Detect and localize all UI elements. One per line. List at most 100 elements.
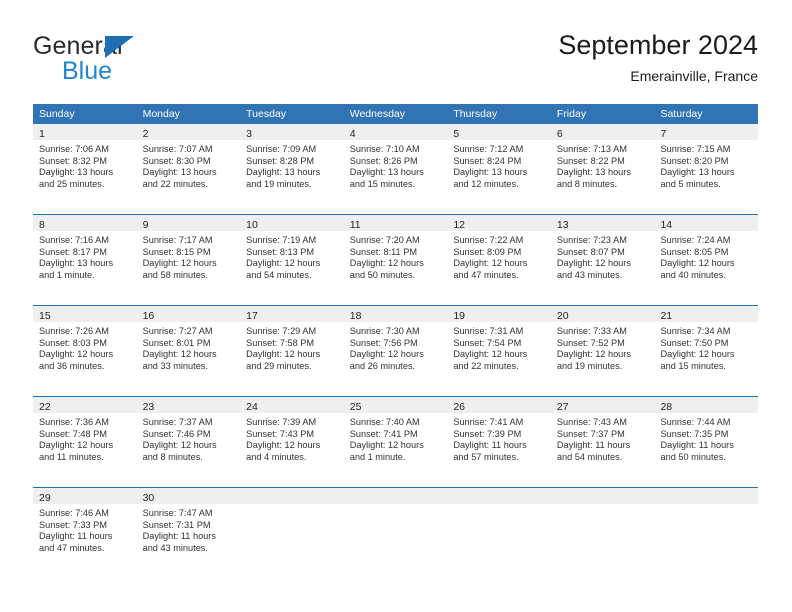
day-info: Sunrise: 7:46 AM Sunset: 7:33 PM Daylight:… xyxy=(33,504,137,554)
daylight-duration-line1: Daylight: 12 hours xyxy=(349,258,424,269)
sunset-time: Sunset: 7:46 PM xyxy=(142,428,211,439)
day-number: 7 xyxy=(660,128,667,140)
sunset-time: Sunset: 8:20 PM xyxy=(660,155,729,166)
day-cell[interactable]: 12 Sunrise: 7:22 AM Sunset: 8:09 PM Dayligh… xyxy=(447,215,551,297)
day-number: 26 xyxy=(453,401,465,413)
sunrise-time: Sunrise: 7:10 AM xyxy=(349,144,420,154)
calendar-week-row: 15 Sunrise: 7:26 AM Sunset: 8:03 PM Dayligh… xyxy=(33,305,759,388)
calendar-weeks: 1 Sunrise: 7:06 AM Sunset: 8:32 PM Daylight… xyxy=(33,124,759,570)
day-cell[interactable]: 8 Sunrise: 7:16 AM Sunset: 8:17 PM Daylight… xyxy=(33,215,137,297)
day-number-band: 13 xyxy=(550,215,655,231)
day-number: 12 xyxy=(453,219,465,231)
day-cell[interactable]: 23 Sunrise: 7:37 AM Sunset: 7:46 PM Dayligh… xyxy=(136,397,241,479)
daylight-duration-line2: and 29 minutes. xyxy=(246,360,312,371)
calendar-week-row: 1 Sunrise: 7:06 AM Sunset: 8:32 PM Daylight… xyxy=(33,124,759,206)
sunset-time: Sunset: 8:03 PM xyxy=(39,337,107,348)
day-info: Sunrise: 7:17 AM Sunset: 8:15 PM Daylight:… xyxy=(137,231,241,281)
day-cell[interactable]: 24 Sunrise: 7:39 AM Sunset: 7:43 PM Dayligh… xyxy=(240,397,344,479)
day-number-band: 25 xyxy=(343,397,448,413)
daylight-duration-line1: Daylight: 12 hours xyxy=(142,258,217,269)
day-cell[interactable]: 26 Sunrise: 7:41 AM Sunset: 7:39 PM Dayligh… xyxy=(447,397,551,479)
day-cell[interactable]: 14 Sunrise: 7:24 AM Sunset: 8:05 PM Dayligh… xyxy=(654,215,759,297)
day-number: 13 xyxy=(556,219,569,231)
day-cell[interactable]: 10 Sunrise: 7:19 AM Sunset: 8:13 PM Dayligh… xyxy=(240,215,344,297)
day-cell[interactable]: 19 Sunrise: 7:31 AM Sunset: 7:54 PM Dayligh… xyxy=(447,306,551,388)
day-cell[interactable]: 15 Sunrise: 7:26 AM Sunset: 8:03 PM Dayligh… xyxy=(33,306,137,388)
day-cell[interactable]: 2 Sunrise: 7:07 AM Sunset: 8:30 PM Daylight… xyxy=(136,124,241,206)
day-number: 17 xyxy=(246,310,258,322)
sunrise-time: Sunrise: 7:07 AM xyxy=(142,144,213,154)
day-info: Sunrise: 7:37 AM Sunset: 7:46 PM Daylight:… xyxy=(137,413,241,463)
day-info: Sunrise: 7:23 AM Sunset: 8:07 PM Daylight:… xyxy=(551,231,655,281)
day-cell[interactable]: 6 Sunrise: 7:13 AM Sunset: 8:22 PM Daylight… xyxy=(550,124,655,206)
day-number-band xyxy=(447,488,551,504)
daylight-duration-line1: Daylight: 13 hours xyxy=(660,167,735,178)
daylight-duration-line1: Daylight: 13 hours xyxy=(453,167,528,178)
day-cell[interactable]: 13 Sunrise: 7:23 AM Sunset: 8:07 PM Dayligh… xyxy=(550,215,655,297)
daylight-duration-line1: Daylight: 12 hours xyxy=(556,258,631,269)
daylight-duration-line2: and 57 minutes. xyxy=(453,451,519,462)
day-info: Sunrise: 7:26 AM Sunset: 8:03 PM Daylight:… xyxy=(33,322,137,372)
daylight-duration-line1: Daylight: 13 hours xyxy=(142,167,217,178)
day-cell[interactable]: 7 Sunrise: 7:15 AM Sunset: 8:20 PM Daylight… xyxy=(654,124,759,206)
day-number: 2 xyxy=(142,128,149,140)
day-number: 15 xyxy=(39,310,51,322)
daylight-duration-line2: and 58 minutes. xyxy=(142,269,208,280)
weekday-header-row: Sunday Monday Tuesday Wednesday Thursday Frid… xyxy=(33,104,758,124)
day-cell[interactable]: 4 Sunrise: 7:10 AM Sunset: 8:26 PM Daylight… xyxy=(343,124,448,206)
daylight-duration-line1: Daylight: 12 hours xyxy=(453,258,528,269)
sunset-time: Sunset: 8:17 PM xyxy=(39,246,107,257)
daylight-duration-line1: Daylight: 13 hours xyxy=(556,167,631,178)
day-cell[interactable]: 27 Sunrise: 7:43 AM Sunset: 7:37 PM Dayligh… xyxy=(550,397,655,479)
day-cell[interactable]: 3 Sunrise: 7:09 AM Sunset: 8:28 PM Daylight… xyxy=(240,124,344,206)
sunset-time: Sunset: 7:52 PM xyxy=(556,337,625,348)
sunset-time: Sunset: 7:35 PM xyxy=(660,428,729,439)
daylight-duration-line1: Daylight: 12 hours xyxy=(246,440,321,451)
day-cell[interactable]: 9 Sunrise: 7:17 AM Sunset: 8:15 PM Daylight… xyxy=(136,215,241,297)
day-cell[interactable]: 28 Sunrise: 7:44 AM Sunset: 7:35 PM Dayligh… xyxy=(654,397,759,479)
day-number: 27 xyxy=(556,401,569,413)
daylight-duration-line2: and 8 minutes. xyxy=(142,451,203,462)
daylight-duration-line2: and 11 minutes. xyxy=(39,451,104,462)
sunset-time: Sunset: 7:41 PM xyxy=(349,428,418,439)
day-cell[interactable]: 1 Sunrise: 7:06 AM Sunset: 8:32 PM Daylight… xyxy=(33,124,137,206)
day-number-band: 26 xyxy=(447,397,551,413)
daylight-duration-line1: Daylight: 12 hours xyxy=(142,440,217,451)
day-cell[interactable]: 30 Sunrise: 7:47 AM Sunset: 7:31 PM Dayligh… xyxy=(136,488,241,570)
day-number-band: 10 xyxy=(240,215,344,231)
daylight-duration-line2: and 1 minute. xyxy=(349,451,406,462)
day-cell[interactable]: 22 Sunrise: 7:36 AM Sunset: 7:48 PM Dayligh… xyxy=(33,397,137,479)
day-info: Sunrise: 7:07 AM Sunset: 8:30 PM Daylight:… xyxy=(137,140,241,190)
sunrise-time: Sunrise: 7:13 AM xyxy=(556,144,627,154)
daylight-duration-line1: Daylight: 13 hours xyxy=(39,258,114,269)
day-number: 21 xyxy=(660,310,673,322)
daylight-duration-line1: Daylight: 11 hours xyxy=(39,531,113,542)
day-number-band xyxy=(550,488,655,504)
day-cell[interactable]: 20 Sunrise: 7:33 AM Sunset: 7:52 PM Dayligh… xyxy=(550,306,655,388)
sunset-time: Sunset: 7:43 PM xyxy=(246,428,315,439)
sunrise-time: Sunrise: 7:09 AM xyxy=(246,144,317,154)
sunset-time: Sunset: 7:33 PM xyxy=(39,519,107,530)
daylight-duration-line2: and 43 minutes. xyxy=(142,542,208,553)
day-cell[interactable]: 17 Sunrise: 7:29 AM Sunset: 7:58 PM Dayligh… xyxy=(240,306,344,388)
day-cell[interactable]: 18 Sunrise: 7:30 AM Sunset: 7:56 PM Dayligh… xyxy=(343,306,448,388)
day-cell[interactable]: 5 Sunrise: 7:12 AM Sunset: 8:24 PM Daylight… xyxy=(447,124,551,206)
sunrise-time: Sunrise: 7:39 AM xyxy=(246,417,317,427)
day-cell[interactable]: 21 Sunrise: 7:34 AM Sunset: 7:50 PM Dayligh… xyxy=(654,306,759,388)
day-cell-empty xyxy=(447,488,551,570)
day-cell-empty xyxy=(240,488,344,570)
day-number: 22 xyxy=(39,401,51,413)
day-info: Sunrise: 7:34 AM Sunset: 7:50 PM Daylight:… xyxy=(654,322,758,372)
sunrise-time: Sunrise: 7:17 AM xyxy=(142,235,213,245)
day-cell[interactable]: 16 Sunrise: 7:27 AM Sunset: 8:01 PM Dayligh… xyxy=(136,306,241,388)
day-cell[interactable]: 11 Sunrise: 7:20 AM Sunset: 8:11 PM Dayligh… xyxy=(343,215,448,297)
day-info: Sunrise: 7:13 AM Sunset: 8:22 PM Daylight:… xyxy=(551,140,655,190)
day-number: 5 xyxy=(453,128,460,140)
sunrise-time: Sunrise: 7:22 AM xyxy=(453,235,524,245)
title-block: September 2024 Emerainville, France xyxy=(558,28,758,86)
sunrise-time: Sunrise: 7:16 AM xyxy=(39,235,109,245)
day-cell[interactable]: 29 Sunrise: 7:46 AM Sunset: 7:33 PM Dayligh… xyxy=(33,488,137,570)
day-info: Sunrise: 7:24 AM Sunset: 8:05 PM Daylight:… xyxy=(654,231,758,281)
day-cell[interactable]: 25 Sunrise: 7:40 AM Sunset: 7:41 PM Dayligh… xyxy=(343,397,448,479)
day-number-band: 16 xyxy=(136,306,241,322)
